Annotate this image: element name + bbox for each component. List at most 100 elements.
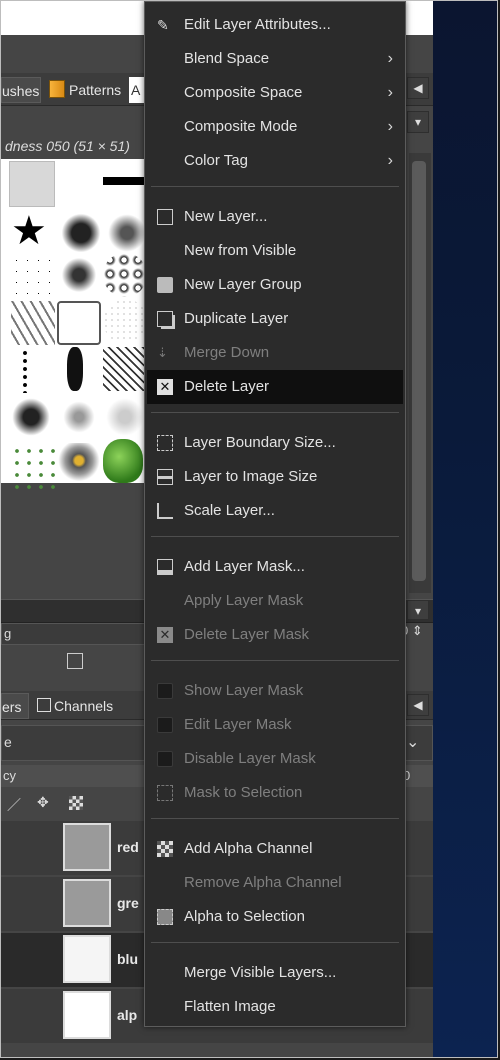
menu-item-new-from-visible[interactable]: New from Visible	[147, 234, 403, 268]
menu-item-flatten-image[interactable]: Flatten Image	[147, 990, 403, 1024]
menu-item-label: Composite Mode	[184, 118, 298, 135]
menu-item-label: Merge Visible Layers...	[184, 964, 337, 981]
brush-thumb-star[interactable]: ★	[11, 209, 55, 253]
tab-channels[interactable]: Channels	[31, 693, 119, 719]
menu-item-composite-mode[interactable]: Composite Mode ›	[147, 110, 403, 144]
brush-thumb[interactable]	[103, 299, 147, 343]
brush-thumb-wilber[interactable]	[57, 443, 101, 487]
lock-paint-icon[interactable]: ／	[7, 795, 21, 815]
brush-thumb[interactable]	[103, 177, 145, 185]
options-dropdown-icon[interactable]: ▾	[407, 600, 429, 620]
menu-item-layer-to-image-size[interactable]: Layer to Image Size	[147, 460, 403, 494]
duplicate-icon	[157, 311, 173, 327]
menu-item-new-layer-group[interactable]: New Layer Group	[147, 268, 403, 302]
brush-thumb[interactable]	[105, 211, 149, 255]
lock-position-icon[interactable]: ✥	[37, 794, 49, 811]
menu-item-label: Show Layer Mask	[184, 682, 304, 699]
menu-item-merge-visible-layers[interactable]: Merge Visible Layers...	[147, 956, 403, 990]
menu-item-show-layer-mask[interactable]: Show Layer Mask	[147, 674, 403, 708]
brush-thumb[interactable]	[103, 395, 147, 439]
desktop-background	[433, 1, 497, 1057]
checkbox[interactable]	[157, 751, 173, 767]
submenu-arrow-icon: ›	[387, 84, 393, 101]
boundary-size-icon	[157, 435, 173, 451]
menu-item-remove-alpha-channel[interactable]: Remove Alpha Channel	[147, 866, 403, 900]
patterns-icon	[49, 80, 65, 98]
brush-thumb-leaves[interactable]	[11, 445, 55, 489]
delete-mask-icon: ✕	[157, 627, 173, 643]
menu-item-color-tag[interactable]: Color Tag ›	[147, 144, 403, 178]
menu-item-label: Duplicate Layer	[184, 310, 289, 327]
menu-item-layer-boundary-size[interactable]: Layer Boundary Size...	[147, 426, 403, 460]
tab-layers-label: ers	[2, 699, 22, 715]
tab-layers[interactable]: ers	[1, 693, 29, 719]
menu-item-composite-space[interactable]: Composite Space ›	[147, 76, 403, 110]
brush-scrollbar[interactable]	[409, 153, 431, 593]
menu-item-add-layer-mask[interactable]: Add Layer Mask...	[147, 550, 403, 584]
menu-item-label: Apply Layer Mask	[184, 592, 304, 609]
new-layer-icon	[157, 209, 173, 225]
add-mask-icon	[157, 559, 173, 575]
menu-item-label: Delete Layer Mask	[184, 626, 310, 643]
brush-thumb[interactable]	[57, 395, 101, 439]
brush-thumb[interactable]	[57, 301, 101, 345]
new-brush-icon[interactable]	[67, 653, 83, 669]
brush-thumb[interactable]	[103, 253, 147, 297]
lock-alpha-icon[interactable]	[69, 796, 83, 810]
checkbox[interactable]	[157, 683, 173, 699]
menu-item-new-layer[interactable]: New Layer...	[147, 200, 403, 234]
tab-patterns[interactable]: Patterns	[43, 77, 127, 103]
menu-item-label: Composite Space	[184, 84, 303, 101]
brush-thumb[interactable]	[67, 347, 83, 391]
menu-separator	[151, 186, 399, 187]
menu-item-merge-down[interactable]: ⇣ Merge Down	[147, 336, 403, 370]
layers-context-menu: ✎ Edit Layer Attributes... Blend Space ›…	[144, 1, 406, 1027]
submenu-arrow-icon: ›	[387, 50, 393, 67]
scale-layer-icon	[157, 503, 173, 519]
brush-thumb[interactable]	[57, 253, 101, 297]
menu-item-disable-layer-mask[interactable]: Disable Layer Mask	[147, 742, 403, 776]
tab-menu-button[interactable]: ◀	[407, 77, 429, 99]
brush-thumb[interactable]	[9, 161, 55, 207]
brush-filter-field[interactable]: g	[1, 623, 146, 645]
menu-item-duplicate-layer[interactable]: Duplicate Layer	[147, 302, 403, 336]
tab-fonts-partial[interactable]: A	[129, 77, 145, 103]
menu-item-delete-layer-mask[interactable]: ✕ Delete Layer Mask	[147, 618, 403, 652]
menu-item-label: New Layer...	[184, 208, 268, 225]
scroll-thumb[interactable]	[412, 161, 426, 581]
menu-item-apply-layer-mask[interactable]: Apply Layer Mask	[147, 584, 403, 618]
menu-item-scale-layer[interactable]: Scale Layer...	[147, 494, 403, 528]
new-group-icon	[157, 277, 173, 293]
brush-thumb[interactable]	[9, 395, 53, 439]
brush-thumb[interactable]	[11, 255, 55, 299]
menu-item-edit-layer-mask[interactable]: Edit Layer Mask	[147, 708, 403, 742]
menu-item-mask-to-selection[interactable]: Mask to Selection	[147, 776, 403, 810]
menu-item-delete-layer[interactable]: ✕ Delete Layer	[147, 370, 403, 404]
menu-item-label: Color Tag	[184, 152, 248, 169]
menu-item-label: Disable Layer Mask	[184, 750, 316, 767]
menu-item-blend-space[interactable]: Blend Space ›	[147, 42, 403, 76]
menu-separator	[151, 536, 399, 537]
mask-to-selection-icon	[157, 785, 173, 801]
layer-name: alp	[117, 1007, 138, 1023]
menu-item-label: Alpha to Selection	[184, 908, 305, 925]
menu-separator	[151, 942, 399, 943]
menu-item-edit-layer-attributes[interactable]: ✎ Edit Layer Attributes...	[147, 8, 403, 42]
menu-item-label: Delete Layer	[184, 378, 270, 395]
view-dropdown-icon[interactable]: ▾	[407, 111, 429, 133]
menu-item-alpha-to-selection[interactable]: Alpha to Selection	[147, 900, 403, 934]
menu-item-label: Add Layer Mask...	[184, 558, 305, 575]
brush-thumb[interactable]	[21, 349, 31, 393]
layers-tab-menu-button[interactable]: ◀	[407, 694, 429, 716]
channels-icon	[37, 698, 51, 712]
layer-thumbnail	[63, 935, 111, 983]
brush-thumb[interactable]	[59, 211, 103, 255]
layer-thumbnail	[63, 879, 111, 927]
brush-thumb[interactable]	[11, 301, 55, 345]
alpha-to-selection-icon	[157, 909, 173, 925]
menu-item-add-alpha-channel[interactable]: Add Alpha Channel	[147, 832, 403, 866]
checkbox[interactable]	[157, 717, 173, 733]
brush-thumb[interactable]	[103, 347, 147, 391]
tab-brushes[interactable]: ushes	[1, 77, 41, 103]
brush-thumb-pepper[interactable]	[103, 439, 143, 483]
